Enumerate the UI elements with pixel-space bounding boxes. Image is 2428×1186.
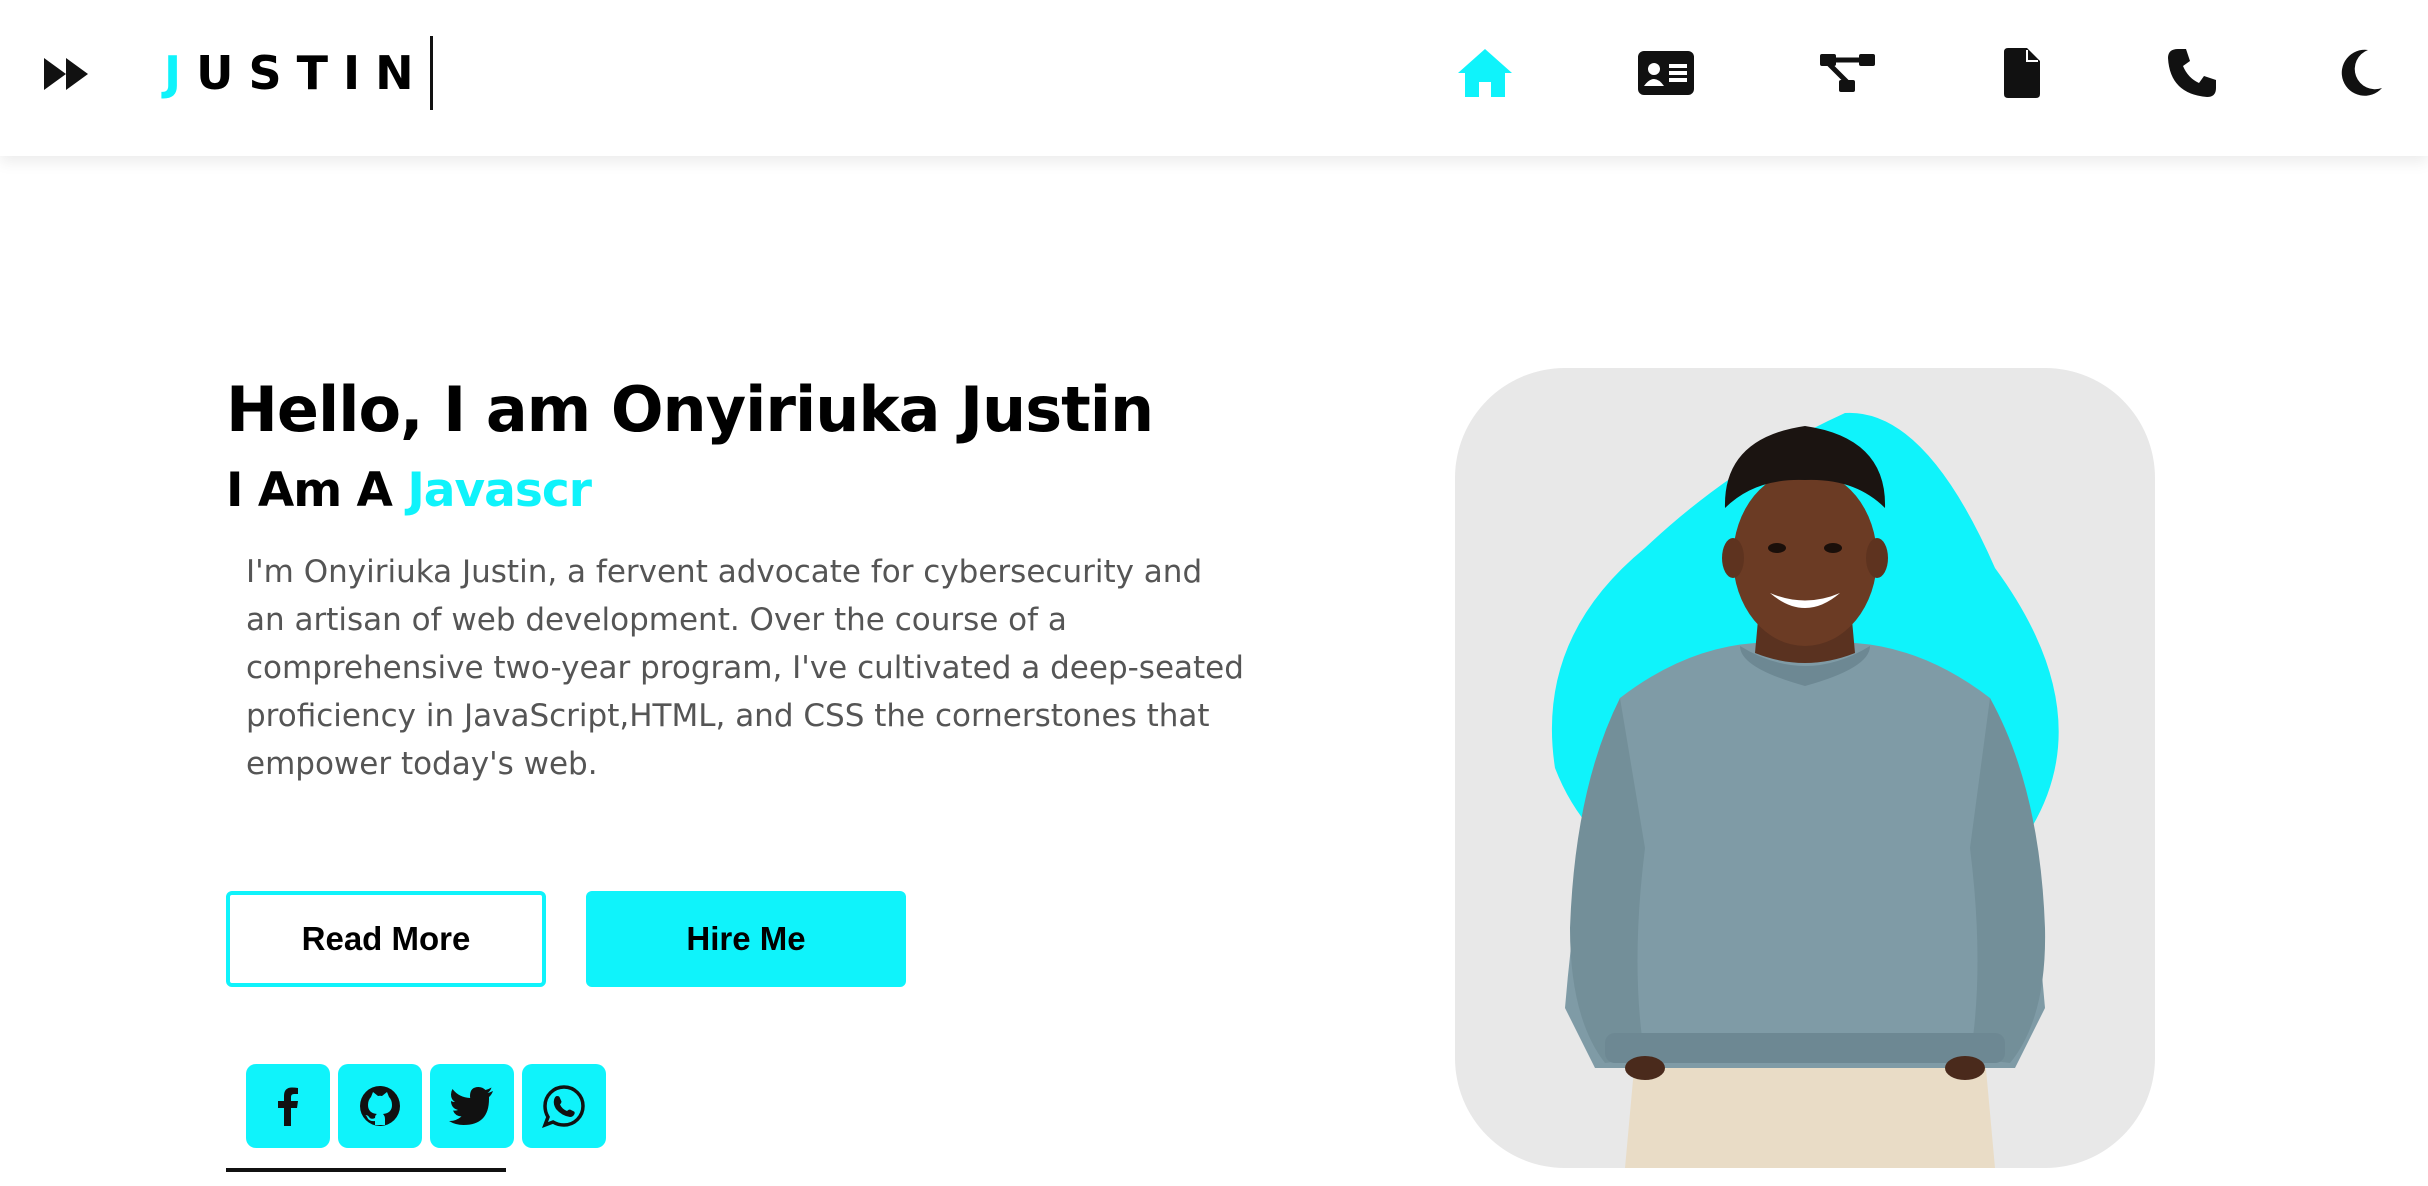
hero-title: Hello, I am Onyiriuka Justin xyxy=(226,373,1154,446)
social-underline xyxy=(226,1168,506,1172)
hero-subtitle-prefix: I Am A xyxy=(226,463,408,518)
profile-photo xyxy=(1551,412,2059,1168)
id-card-icon[interactable] xyxy=(1636,40,1696,106)
moon-icon[interactable] xyxy=(2336,40,2386,106)
logo-first-letter: J xyxy=(164,46,197,100)
whatsapp-icon[interactable] xyxy=(522,1064,606,1148)
facebook-icon[interactable] xyxy=(246,1064,330,1148)
read-more-button[interactable]: Read More xyxy=(226,891,546,987)
phone-icon[interactable] xyxy=(2164,40,2220,106)
typed-role-text: Javascr xyxy=(407,463,592,518)
logo-rest: USTIN xyxy=(196,46,429,100)
file-icon[interactable] xyxy=(2000,40,2044,106)
twitter-icon[interactable] xyxy=(430,1064,514,1148)
site-logo[interactable]: JUSTIN xyxy=(164,40,429,106)
github-icon[interactable] xyxy=(338,1064,422,1148)
hero-subtitle: I Am A Javascr xyxy=(226,458,1126,524)
logo-divider xyxy=(430,36,433,110)
hero-description: I'm Onyiriuka Justin, a fervent advocate… xyxy=(246,554,1244,782)
fast-forward-icon[interactable] xyxy=(40,50,96,98)
site-header: JUSTIN xyxy=(0,0,2428,156)
sitemap-icon[interactable] xyxy=(1818,40,1878,106)
profile-photo-card xyxy=(1455,368,2155,1168)
hire-me-button[interactable]: Hire Me xyxy=(586,891,906,987)
home-icon[interactable] xyxy=(1452,40,1518,106)
